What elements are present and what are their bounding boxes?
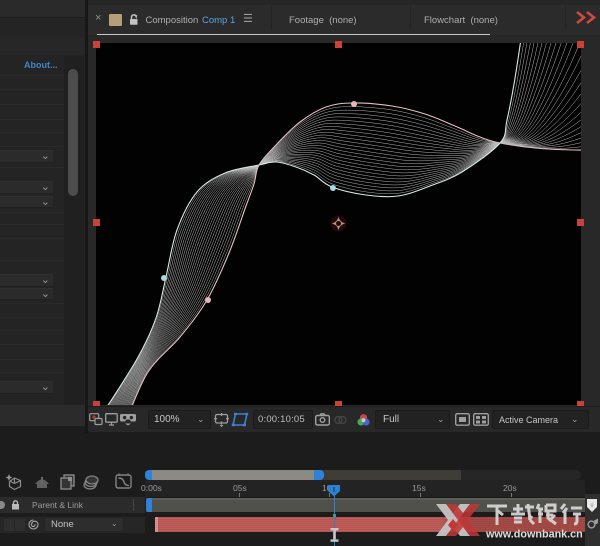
svg-text:www.downbank.cn: www.downbank.cn <box>485 529 583 541</box>
